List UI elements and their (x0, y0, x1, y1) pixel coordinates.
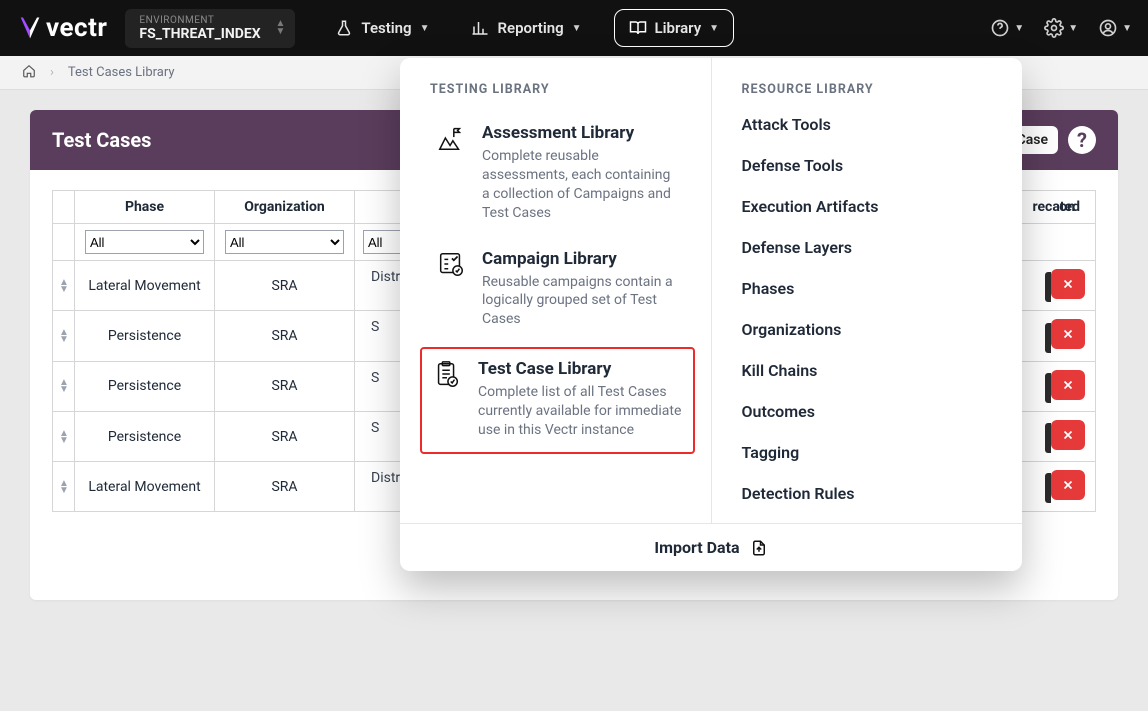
environment-selector[interactable]: ENVIRONMENT FS_THREAT_INDEX ▲▼ (125, 9, 295, 48)
delete-button[interactable] (1051, 319, 1085, 349)
settings-menu[interactable]: ▼ (1044, 18, 1078, 38)
filter-phase[interactable]: All (85, 230, 204, 254)
cell-phase: Persistence (75, 311, 215, 361)
resource-link[interactable]: Attack Tools (742, 115, 995, 134)
resource-link[interactable]: Phases (742, 279, 995, 298)
cell-org: SRA (215, 261, 355, 311)
resource-link[interactable]: Defense Layers (742, 238, 995, 257)
resource-link[interactable]: Outcomes (742, 402, 995, 421)
cell-org: SRA (215, 311, 355, 361)
mountain-flag-icon (434, 123, 468, 223)
cell-org: SRA (215, 411, 355, 461)
delete-button[interactable] (1051, 470, 1085, 500)
chevron-down-icon: ▼ (709, 23, 719, 34)
resource-link[interactable]: Execution Artifacts (742, 197, 995, 216)
resource-link[interactable]: Tagging (742, 443, 995, 462)
nav-library[interactable]: Library ▼ (614, 9, 735, 47)
cell-phase: Persistence (75, 411, 215, 461)
panel-title: Test Cases (52, 128, 151, 152)
top-right-icons: ▼ ▼ ▼ (990, 18, 1132, 38)
testing-library-column: TESTING LIBRARY Assessment Library Compl… (400, 58, 711, 523)
resource-link[interactable]: Detection Rules (742, 484, 995, 503)
cell-org: SRA (215, 462, 355, 512)
drag-handle-icon[interactable]: ▲▼ (59, 279, 68, 293)
col-handle (53, 191, 75, 224)
brand-logo: vectr (16, 13, 107, 43)
cell-phase: Lateral Movement (75, 261, 215, 311)
clipboard-check-icon (430, 359, 464, 440)
file-import-icon (750, 539, 768, 557)
drag-handle-icon[interactable]: ▲▼ (59, 379, 68, 393)
col-phase[interactable]: Phase (75, 191, 215, 224)
nav-reporting[interactable]: Reporting ▼ (461, 11, 591, 45)
close-icon (1061, 428, 1075, 442)
chevron-updown-icon: ▲▼ (276, 20, 286, 36)
resource-library-column: RESOURCE LIBRARY Attack Tools Defense Too… (711, 58, 1023, 523)
home-icon[interactable] (22, 64, 36, 82)
testing-library-header: TESTING LIBRARY (430, 82, 683, 97)
import-data-button[interactable]: Import Data (400, 523, 1022, 571)
assessment-library-item[interactable]: Assessment Library Complete reusable ass… (430, 115, 683, 237)
top-nav: vectr ENVIRONMENT FS_THREAT_INDEX ▲▼ Tes… (0, 0, 1148, 56)
panel-help-button[interactable]: ? (1068, 126, 1096, 154)
delete-button[interactable] (1051, 420, 1085, 450)
close-icon (1061, 327, 1075, 341)
gear-icon (1044, 18, 1064, 38)
close-icon (1061, 277, 1075, 291)
drag-handle-icon[interactable]: ▲▼ (59, 430, 68, 444)
environment-value: FS_THREAT_INDEX (139, 26, 281, 42)
chevron-down-icon: ▼ (1068, 23, 1078, 34)
help-circle-icon (990, 18, 1010, 38)
drag-handle-icon[interactable]: ▲▼ (59, 329, 68, 343)
nav-testing[interactable]: Testing ▼ (325, 11, 439, 45)
book-open-icon (629, 19, 647, 37)
environment-label: ENVIRONMENT (139, 15, 281, 26)
resource-link[interactable]: Defense Tools (742, 156, 995, 175)
library-dropdown: TESTING LIBRARY Assessment Library Compl… (400, 58, 1022, 571)
chevron-down-icon: ▼ (572, 23, 582, 34)
cell-org: SRA (215, 361, 355, 411)
brand-text: vectr (46, 13, 107, 43)
campaign-library-item[interactable]: Campaign Library Reusable campaigns cont… (430, 241, 683, 344)
chevron-down-icon: ▼ (1122, 23, 1132, 34)
user-circle-icon (1098, 18, 1118, 38)
checklist-icon (434, 249, 468, 330)
test-case-library-item[interactable]: Test Case Library Complete list of all T… (420, 347, 695, 454)
chevron-down-icon: ▼ (1014, 23, 1024, 34)
resource-link[interactable]: Organizations (742, 320, 995, 339)
breadcrumb-separator: › (50, 65, 54, 80)
primary-nav: Testing ▼ Reporting ▼ Library ▼ (325, 9, 734, 47)
filter-org[interactable]: All (225, 230, 344, 254)
close-icon (1061, 478, 1075, 492)
close-icon (1061, 378, 1075, 392)
col-org[interactable]: Organization (215, 191, 355, 224)
delete-button[interactable] (1051, 269, 1085, 299)
bar-chart-icon (471, 19, 489, 37)
breadcrumb-current: Test Cases Library (68, 65, 175, 80)
flask-icon (335, 19, 353, 37)
cell-phase: Persistence (75, 361, 215, 411)
delete-button[interactable] (1051, 370, 1085, 400)
drag-handle-icon[interactable]: ▲▼ (59, 480, 68, 494)
cell-phase: Lateral Movement (75, 462, 215, 512)
resource-library-header: RESOURCE LIBRARY (742, 82, 995, 97)
help-menu[interactable]: ▼ (990, 18, 1024, 38)
user-menu[interactable]: ▼ (1098, 18, 1132, 38)
logo-mark-icon (16, 14, 44, 42)
chevron-down-icon: ▼ (420, 23, 430, 34)
resource-link[interactable]: Kill Chains (742, 361, 995, 380)
